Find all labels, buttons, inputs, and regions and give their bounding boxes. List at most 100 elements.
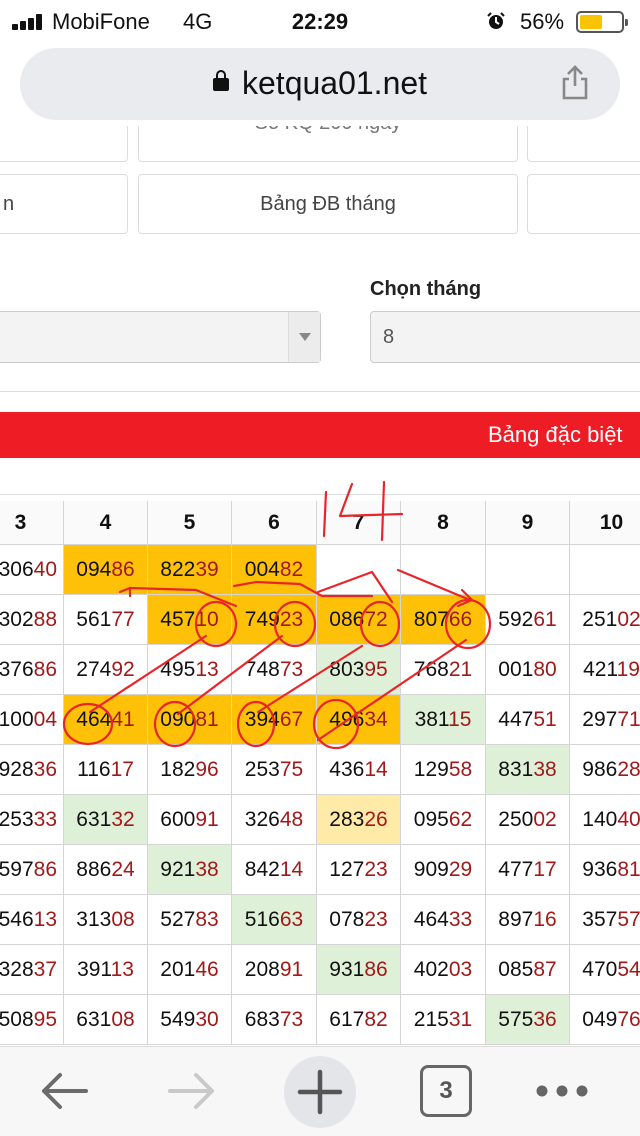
table-cell: 10004 [0, 695, 64, 745]
table-cell [570, 545, 640, 595]
table-cell: 20146 [148, 945, 232, 995]
nav-button-row2-left[interactable]: n [0, 174, 128, 234]
table-cell: 11617 [64, 745, 148, 795]
forward-arrow-icon[interactable] [160, 1059, 224, 1123]
table-cell: 40203 [401, 945, 486, 995]
share-icon[interactable] [560, 64, 590, 100]
table-cell: 39467 [232, 695, 317, 745]
table-cell: 89716 [486, 895, 570, 945]
table-cell: 47717 [486, 845, 570, 895]
table-cell: 09486 [64, 545, 148, 595]
column-header: 3 [0, 501, 64, 545]
table-cell: 46433 [401, 895, 486, 945]
table-cell: 29771 [570, 695, 640, 745]
table-cell: 31308 [64, 895, 148, 945]
more-options-icon[interactable] [530, 1059, 594, 1123]
table-cell: 98628 [570, 745, 640, 795]
tabs-count-button[interactable]: 3 [420, 1065, 472, 1117]
nav-button-row2-right[interactable] [527, 174, 640, 234]
table-cell: 09562 [401, 795, 486, 845]
table-cell: 54930 [148, 995, 232, 1045]
table-cell: 04976 [570, 995, 640, 1045]
table-cell: 08587 [486, 945, 570, 995]
table-cell: 00482 [232, 545, 317, 595]
month-input[interactable]: 8 [370, 311, 640, 363]
chevron-down-icon [288, 312, 320, 362]
table-cell: 27492 [64, 645, 148, 695]
divider [0, 494, 640, 495]
table-cell: 88624 [64, 845, 148, 895]
browser-toolbar: 3 [0, 1046, 640, 1136]
column-header: 5 [148, 501, 232, 545]
table-cell: 32837 [0, 945, 64, 995]
table-cell: 38115 [401, 695, 486, 745]
column-header: 7 [317, 501, 401, 545]
nav-button-row1-right[interactable] [527, 126, 640, 162]
table-cell: 43614 [317, 745, 401, 795]
nav-button-bang-db-thang[interactable]: Bảng ĐB tháng [138, 174, 518, 234]
table-cell: 25333 [0, 795, 64, 845]
browser-address-area: ketqua01.net [0, 42, 640, 126]
nav-button-so-kq-200-ngay[interactable]: Sổ KQ 200 ngày [138, 126, 518, 162]
table-cell: 50895 [0, 995, 64, 1045]
table-cell: 56177 [64, 595, 148, 645]
battery-level [580, 15, 602, 29]
table-cell: 12723 [317, 845, 401, 895]
alarm-clock-icon [487, 12, 505, 29]
lock-icon [213, 70, 229, 91]
table-cell: 30640 [0, 545, 64, 595]
table-cell: 80766 [401, 595, 486, 645]
table-cell: 74923 [232, 595, 317, 645]
table-cell: 74873 [232, 645, 317, 695]
address-bar[interactable]: ketqua01.net [20, 48, 620, 120]
table-cell: 07823 [317, 895, 401, 945]
table-cell: 32648 [232, 795, 317, 845]
tabs-count: 3 [439, 1077, 453, 1104]
special-prize-table: 3 4 5 6 7 8 9 10 30640 09486 82239 00482 30288 56177 4… [0, 501, 640, 1046]
table-cell: 90929 [401, 845, 486, 895]
table-cell: 54613 [0, 895, 64, 945]
phone-screen: { "status_bar": { "carrier": "MobiFone",… [0, 0, 640, 1136]
table-cell: 61782 [317, 995, 401, 1045]
table-cell: 09081 [148, 695, 232, 745]
table-cell: 39113 [64, 945, 148, 995]
column-header: 8 [401, 501, 486, 545]
table-cell: 76821 [401, 645, 486, 695]
table-cell: 59261 [486, 595, 570, 645]
nav-button-label: Sổ KQ 200 ngày [255, 126, 402, 134]
battery-percent: 56% [520, 9, 565, 34]
table-cell: 25102 [570, 595, 640, 645]
nav-button-row1-left[interactable] [0, 126, 128, 162]
section-banner: Bảng đặc biệt [0, 412, 640, 458]
table-cell: 47054 [570, 945, 640, 995]
table-cell: 37686 [0, 645, 64, 695]
table-cell: 18296 [148, 745, 232, 795]
banner-title: Bảng đặc biệt [488, 422, 623, 447]
table-cell: 82239 [148, 545, 232, 595]
column-header: 4 [64, 501, 148, 545]
table-cell: 28326 [317, 795, 401, 845]
table-cell: 46441 [64, 695, 148, 745]
table-cell: 42119 [570, 645, 640, 695]
status-bar: MobiFone 4G 22:29 56% [0, 0, 640, 42]
table-cell: 68373 [232, 995, 317, 1045]
back-arrow-icon[interactable] [32, 1059, 96, 1123]
table-cell: 63108 [64, 995, 148, 1045]
table-cell: 21531 [401, 995, 486, 1045]
table-cell: 92138 [148, 845, 232, 895]
year-select[interactable] [0, 311, 321, 363]
battery-icon [576, 11, 628, 33]
table-cell: 00180 [486, 645, 570, 695]
table-cell: 30288 [0, 595, 64, 645]
table-cell: 51663 [232, 895, 317, 945]
table-cell: 45710 [148, 595, 232, 645]
table-cell: 57536 [486, 995, 570, 1045]
new-tab-plus-icon[interactable] [283, 1055, 357, 1129]
table-cell: 92836 [0, 745, 64, 795]
month-label: Chọn tháng [370, 278, 482, 300]
table-cell: 83138 [486, 745, 570, 795]
table-cell: 12958 [401, 745, 486, 795]
table-cell [486, 545, 570, 595]
table-cell: 84214 [232, 845, 317, 895]
table-cell: 49513 [148, 645, 232, 695]
